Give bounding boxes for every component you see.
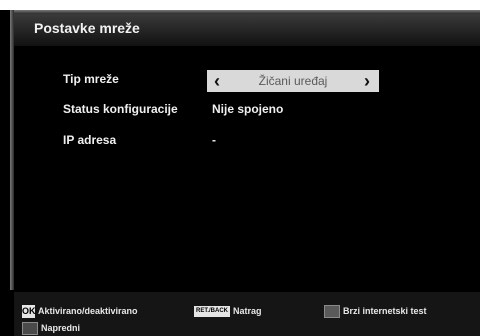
hint-advanced: Napredni — [22, 320, 80, 336]
network-type-value: Žičani uređaj — [258, 74, 328, 88]
hint-back: RET./BACK Natrag — [194, 303, 262, 319]
title-bar: Postavke mreže — [14, 14, 480, 46]
arrow-left-icon[interactable]: ‹ — [209, 70, 225, 92]
color-key-icon — [22, 321, 38, 335]
hint-advanced-label: Napredni — [41, 323, 81, 333]
hint-internet-test-label: Brzi internetski test — [343, 306, 427, 316]
network-type-label: Tip mreže — [63, 72, 119, 86]
ok-key-icon: OK — [22, 304, 36, 318]
config-status-label: Status konfiguracije — [63, 102, 178, 116]
back-key-icon: RET./BACK — [194, 305, 231, 317]
tv-screen — [0, 10, 480, 336]
ip-address-label: IP adresa — [63, 133, 117, 147]
config-status-value: Nije spojeno — [212, 102, 284, 116]
hint-ok-label: Aktivirano/deaktivirano — [38, 306, 138, 316]
hint-ok: OK Aktivirano/deaktivirano — [22, 303, 138, 319]
hint-internet-test: Brzi internetski test — [324, 303, 427, 319]
ip-address-value: - — [212, 133, 216, 147]
network-type-selector[interactable]: ‹ Žičani uređaj › — [207, 70, 379, 92]
page-title: Postavke mreže — [34, 20, 140, 36]
frame-left — [10, 10, 14, 290]
footer-hint-bar: OK Aktivirano/deaktivirano RET./BACK Nat… — [14, 292, 480, 336]
color-key-icon — [324, 304, 340, 318]
hint-back-label: Natrag — [233, 306, 262, 316]
arrow-right-icon[interactable]: › — [359, 70, 375, 92]
